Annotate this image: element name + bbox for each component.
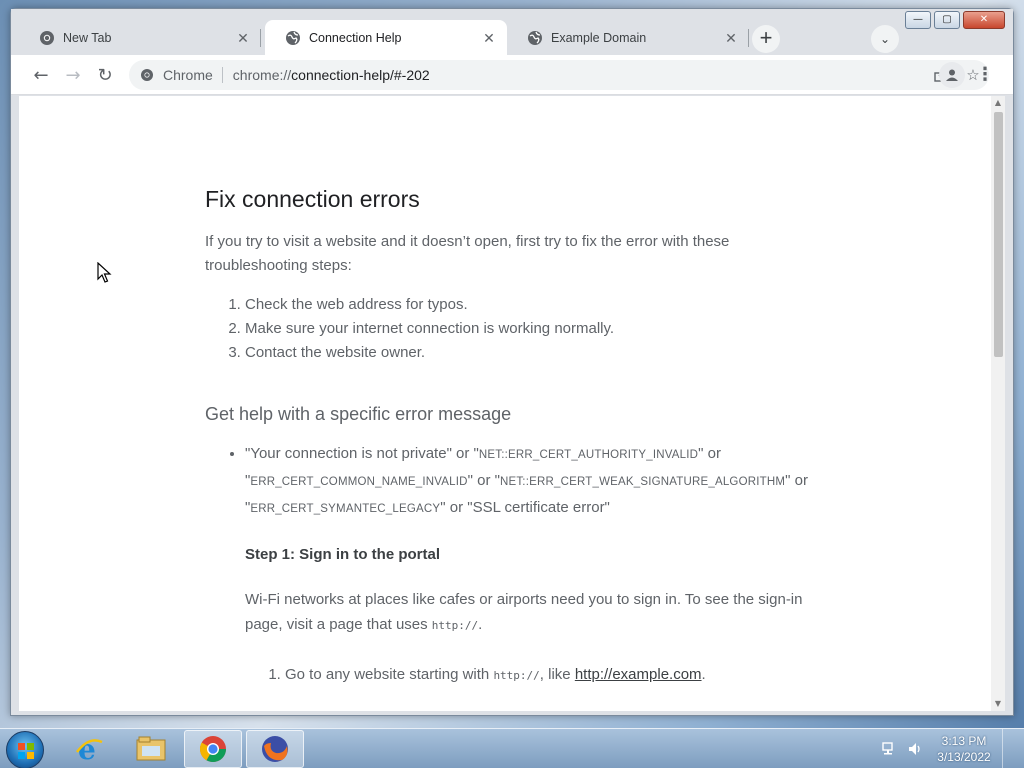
system-tray: 3:13 PM 3/13/2022: [878, 729, 1016, 768]
taskbar-firefox[interactable]: [246, 730, 304, 768]
clock-date: 3/13/2022: [937, 750, 991, 764]
error-code: ERR_CERT_COMMON_NAME_INVALID: [250, 476, 468, 488]
page-source-chip: Chrome: [163, 67, 213, 83]
window-controls: — ▢ ✕: [905, 11, 1005, 29]
error-code: ERR_CERT_SYMANTEC_LEGACY: [250, 503, 441, 515]
windows-taskbar: e 3:13 PM 3/13/2022: [0, 728, 1024, 768]
vertical-scrollbar[interactable]: ▲ ▼: [991, 96, 1005, 711]
forward-button[interactable]: →: [59, 61, 87, 89]
inline-code: http://: [493, 669, 540, 682]
address-bar[interactable]: Chrome chrome:// connection-help/#-202 ☆: [129, 60, 989, 90]
chevron-down-icon: ⌄: [879, 32, 891, 46]
taskbar-file-explorer[interactable]: [122, 730, 180, 768]
tab-strip: New Tab ✕ Connection Help ✕ Example Doma…: [11, 9, 1013, 55]
close-window-button[interactable]: ✕: [963, 11, 1005, 29]
arrow-left-icon: ←: [33, 64, 49, 86]
browser-toolbar: ← → ↻ Chrome chrome:// connection-help/#…: [11, 55, 1013, 95]
scroll-up-icon[interactable]: ▲: [991, 96, 1005, 110]
start-button[interactable]: [6, 731, 44, 768]
list-item: Go to any website starting with http://,…: [285, 662, 825, 688]
firefox-icon: [262, 736, 288, 762]
tab-close-icon[interactable]: ✕: [481, 30, 497, 46]
list-item: "Your connection is not private" or "NET…: [245, 441, 825, 688]
file-explorer-icon: [136, 736, 166, 761]
tab-title: New Tab: [63, 30, 112, 45]
show-desktop-button[interactable]: [1002, 729, 1016, 768]
error-message-list: "Your connection is not private" or "NET…: [205, 441, 825, 688]
profile-button[interactable]: [939, 62, 965, 88]
tab-search-button[interactable]: ⌄: [871, 25, 899, 53]
text: " or: [785, 472, 808, 489]
list-item: Make sure your internet connection is wo…: [245, 317, 825, 341]
maximize-button[interactable]: ▢: [934, 11, 960, 29]
taskbar-internet-explorer[interactable]: e: [60, 730, 118, 768]
text: " or "SSL certificate error": [440, 499, 610, 516]
text: " or ": [467, 472, 500, 489]
system-clock[interactable]: 3:13 PM 3/13/2022: [930, 733, 998, 765]
chrome-icon: [199, 736, 227, 763]
url-scheme: chrome://: [232, 67, 292, 83]
tab-title: Connection Help: [309, 30, 402, 45]
taskbar-chrome[interactable]: [184, 730, 242, 768]
chrome-icon: [139, 67, 155, 83]
tab-connection-help[interactable]: Connection Help ✕: [265, 20, 507, 55]
text: , like: [539, 666, 575, 683]
reload-icon: ↻: [97, 64, 113, 86]
tab-new-tab[interactable]: New Tab ✕: [19, 20, 261, 55]
error-code: NET::ERR_CERT_WEAK_SIGNATURE_ALGORITHM: [499, 476, 786, 488]
more-vertical-icon: ⋮: [976, 64, 994, 85]
list-item: Contact the website owner.: [245, 341, 825, 365]
example-link[interactable]: http://example.com: [575, 666, 702, 683]
text: Wi-Fi networks at places like cafes or a…: [245, 591, 803, 633]
back-button[interactable]: ←: [27, 61, 55, 89]
arrow-right-icon: →: [65, 64, 81, 86]
minimize-button[interactable]: —: [905, 11, 931, 29]
tab-example-domain[interactable]: Example Domain ✕: [507, 20, 749, 55]
list-item: Check the web address for typos.: [245, 293, 825, 317]
text: .: [478, 616, 483, 633]
chrome-icon: [39, 30, 55, 46]
internet-explorer-icon: e: [76, 734, 103, 764]
page-viewport: Fix connection errors If you try to visi…: [19, 96, 991, 711]
step-paragraph: Wi-Fi networks at places like cafes or a…: [245, 587, 825, 638]
windows-logo-icon: [18, 743, 34, 759]
intro-paragraph: If you try to visit a website and it doe…: [205, 233, 730, 274]
globe-icon: [285, 30, 301, 46]
network-icon[interactable]: [878, 739, 900, 759]
clock-time: 3:13 PM: [941, 734, 987, 748]
divider: [221, 67, 223, 83]
error-code: NET::ERR_CERT_AUTHORITY_INVALID: [478, 449, 699, 461]
tab-title: Example Domain: [551, 30, 647, 45]
inline-code: http://: [431, 619, 479, 632]
troubleshooting-steps: Check the web address for typos. Make su…: [205, 293, 825, 365]
volume-icon[interactable]: [904, 739, 926, 759]
text: "Your connection is not private" or ": [245, 445, 479, 462]
text: .: [701, 666, 706, 683]
text: " or: [698, 445, 721, 462]
page-title: Fix connection errors: [205, 186, 420, 212]
text: Go to any website starting with: [285, 666, 494, 683]
chrome-window: New Tab ✕ Connection Help ✕ Example Doma…: [10, 8, 1014, 716]
globe-icon: [527, 30, 543, 46]
step-heading: Step 1: Sign in to the portal: [245, 546, 440, 563]
new-tab-button[interactable]: +: [752, 25, 780, 53]
section-heading: Get help with a specific error message: [205, 404, 512, 424]
help-article: Fix connection errors If you try to visi…: [205, 184, 825, 688]
menu-button[interactable]: ⋮: [973, 61, 997, 89]
person-icon: [946, 69, 958, 81]
url-path: connection-help/#-202: [291, 67, 430, 83]
scrollbar-thumb[interactable]: [994, 112, 1003, 357]
mouse-cursor-icon: [97, 262, 112, 283]
reload-button[interactable]: ↻: [91, 61, 119, 89]
tab-close-icon[interactable]: ✕: [235, 30, 251, 46]
scroll-down-icon[interactable]: ▼: [991, 697, 1005, 711]
sign-in-steps: Go to any website starting with http://,…: [245, 662, 825, 688]
tab-close-icon[interactable]: ✕: [723, 30, 739, 46]
